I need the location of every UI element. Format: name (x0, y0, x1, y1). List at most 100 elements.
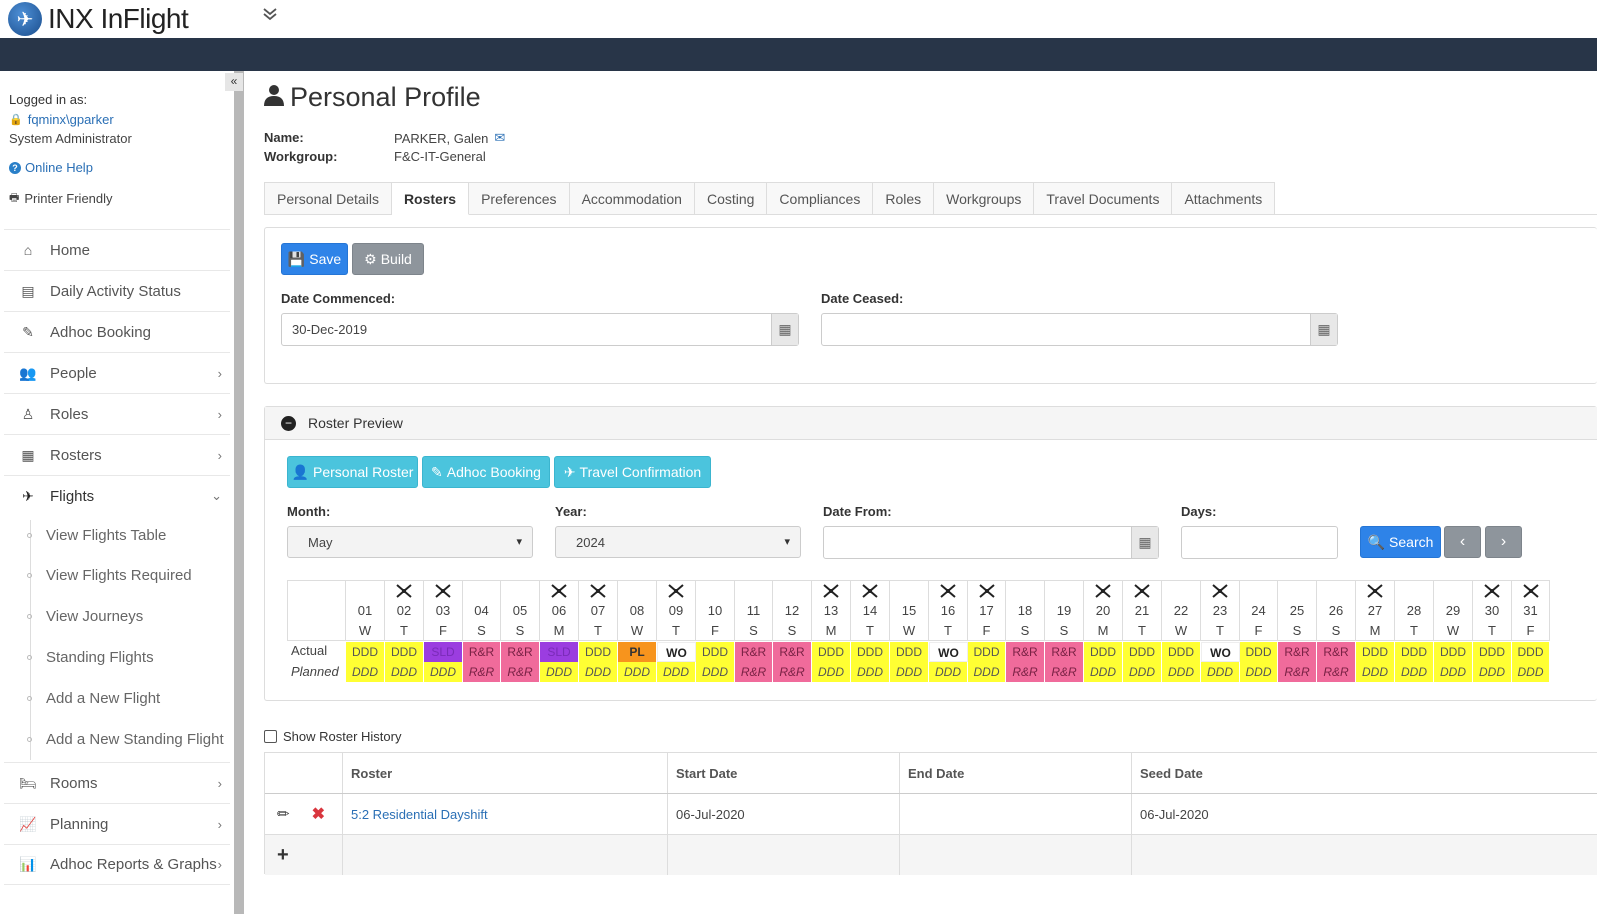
planned-roster-cell[interactable]: R&R (1317, 662, 1356, 682)
planned-roster-cell[interactable]: R&R (1278, 662, 1317, 682)
planned-roster-cell[interactable]: DDD (812, 662, 851, 682)
planned-roster-cell[interactable]: DDD (540, 662, 579, 682)
tab-preferences[interactable]: Preferences (469, 182, 570, 215)
planned-roster-cell[interactable]: DDD (1356, 662, 1395, 682)
tab-workgroups[interactable]: Workgroups (934, 182, 1035, 215)
sidebar-item-daily-activity-status[interactable]: ▤ Daily Activity Status (4, 270, 230, 311)
actual-roster-cell[interactable]: DDD (1162, 642, 1201, 662)
actual-roster-cell[interactable]: SLD (540, 642, 579, 662)
actual-roster-cell[interactable]: R&R (1045, 642, 1084, 662)
actual-roster-cell[interactable]: R&R (463, 642, 501, 662)
actual-roster-cell[interactable]: DDD (696, 642, 735, 662)
actual-roster-cell[interactable]: SLD (424, 642, 463, 662)
sidebar-item-planning[interactable]: 📈 Planning › (4, 803, 230, 844)
sidebar-sub-view-journeys[interactable]: View Journeys (46, 608, 143, 625)
tab-roles[interactable]: Roles (873, 182, 935, 215)
sidebar-item-rooms[interactable]: 🛏 Rooms › (4, 762, 230, 803)
planned-roster-cell[interactable]: DDD (1162, 662, 1201, 682)
actual-roster-cell[interactable]: DDD (579, 642, 618, 662)
planned-roster-cell[interactable]: DDD (424, 662, 463, 682)
planned-roster-cell[interactable]: DDD (618, 662, 657, 682)
app-logo[interactable]: ✈ INX InFlight (8, 0, 189, 38)
actual-roster-cell[interactable]: DDD (1395, 642, 1434, 662)
date-ceased-field[interactable]: ▦ (821, 313, 1338, 346)
tab-travel-documents[interactable]: Travel Documents (1034, 182, 1173, 215)
planned-roster-cell[interactable]: DDD (851, 662, 890, 682)
tab-attachments[interactable]: Attachments (1172, 182, 1276, 215)
table-header-roster[interactable]: Roster (343, 753, 668, 793)
actual-roster-cell[interactable]: R&R (501, 642, 540, 662)
collapse-sidebar-button[interactable]: « (225, 73, 243, 91)
actual-roster-cell[interactable]: WO (657, 642, 696, 662)
actual-roster-cell[interactable]: DDD (346, 642, 385, 662)
delete-icon[interactable]: ✖ (312, 804, 325, 824)
planned-roster-cell[interactable]: DDD (1434, 662, 1473, 682)
date-commenced-field[interactable]: 30-Dec-2019 ▦ (281, 313, 799, 346)
printer-friendly-link[interactable]: 🖶 Printer Friendly (9, 189, 113, 208)
build-button[interactable]: ⚙ Build (352, 243, 424, 275)
save-button[interactable]: 💾 Save (281, 243, 348, 275)
personal-roster-button[interactable]: 👤 Personal Roster (287, 456, 418, 488)
actual-roster-cell[interactable]: DDD (968, 642, 1006, 662)
sidebar-sub-view-flights-table[interactable]: View Flights Table (46, 527, 166, 544)
planned-roster-cell[interactable]: DDD (1473, 662, 1512, 682)
year-select[interactable]: 2024 ▾ (555, 526, 801, 558)
date-from-field[interactable]: ▦ (823, 526, 1159, 559)
calendar-icon[interactable]: ▦ (771, 314, 798, 345)
sidebar-sub-add-new-flight[interactable]: Add a New Flight (46, 690, 160, 707)
tab-rosters[interactable]: Rosters (391, 182, 470, 215)
actual-roster-cell[interactable]: R&R (1278, 642, 1317, 662)
actual-roster-cell[interactable]: DDD (890, 642, 929, 662)
actual-roster-cell[interactable]: WO (929, 642, 968, 662)
actual-roster-cell[interactable]: DDD (851, 642, 890, 662)
tab-costing[interactable]: Costing (694, 182, 768, 215)
actual-roster-cell[interactable]: WO (1201, 642, 1240, 662)
actual-roster-cell[interactable]: DDD (385, 642, 424, 662)
sidebar-item-rosters[interactable]: ▦ Rosters › (4, 434, 230, 475)
actual-roster-cell[interactable]: DDD (1356, 642, 1395, 662)
table-header-seed-date[interactable]: Seed Date (1132, 753, 1597, 793)
next-button[interactable]: › (1485, 526, 1522, 558)
sidebar-item-roles[interactable]: ♙ Roles › (4, 393, 230, 434)
planned-roster-cell[interactable]: DDD (1512, 662, 1550, 682)
roster-link[interactable]: 5:2 Residential Dayshift (343, 794, 668, 834)
days-field[interactable] (1181, 526, 1338, 559)
chevron-down-icon[interactable] (262, 6, 278, 27)
plus-icon[interactable]: + (277, 844, 289, 867)
actual-roster-cell[interactable]: R&R (1317, 642, 1356, 662)
planned-roster-cell[interactable]: R&R (501, 662, 540, 682)
calendar-icon[interactable]: ▦ (1310, 314, 1337, 345)
sidebar-item-people[interactable]: 👥 People › (4, 352, 230, 393)
sidebar-item-flights[interactable]: ✈ Flights ⌄ (4, 475, 230, 516)
planned-roster-cell[interactable]: DDD (579, 662, 618, 682)
planned-roster-cell[interactable]: DDD (1395, 662, 1434, 682)
sidebar-sub-view-flights-required[interactable]: View Flights Required (46, 567, 192, 584)
show-history-checkbox[interactable] (264, 730, 277, 743)
month-select[interactable]: May ▾ (287, 526, 533, 558)
sidebar-item-adhoc-reports[interactable]: 📊 Adhoc Reports & Graphs › (4, 844, 230, 885)
planned-roster-cell[interactable]: R&R (1006, 662, 1045, 682)
planned-roster-cell[interactable]: DDD (1201, 662, 1240, 682)
actual-roster-cell[interactable]: DDD (812, 642, 851, 662)
username-link[interactable]: fqminx\gparker (28, 112, 114, 127)
planned-roster-cell[interactable]: DDD (657, 662, 696, 682)
prev-button[interactable]: ‹ (1444, 526, 1481, 558)
pencil-icon[interactable]: ✏ (277, 805, 290, 823)
planned-roster-cell[interactable]: R&R (773, 662, 812, 682)
planned-roster-cell[interactable]: DDD (696, 662, 735, 682)
planned-roster-cell[interactable]: DDD (346, 662, 385, 682)
planned-roster-cell[interactable]: R&R (463, 662, 501, 682)
actual-roster-cell[interactable]: DDD (1512, 642, 1550, 662)
actual-roster-cell[interactable]: DDD (1123, 642, 1162, 662)
actual-roster-cell[interactable]: DDD (1434, 642, 1473, 662)
planned-roster-cell[interactable]: DDD (890, 662, 929, 682)
planned-roster-cell[interactable]: R&R (735, 662, 773, 682)
planned-roster-cell[interactable]: DDD (1084, 662, 1123, 682)
planned-roster-cell[interactable]: DDD (929, 662, 968, 682)
planned-roster-cell[interactable]: DDD (385, 662, 424, 682)
tab-compliances[interactable]: Compliances (767, 182, 874, 215)
planned-roster-cell[interactable]: R&R (1045, 662, 1084, 682)
planned-roster-cell[interactable]: DDD (968, 662, 1006, 682)
roster-preview-header[interactable]: − Roster Preview (265, 407, 1597, 440)
sidebar-scrollbar[interactable] (234, 71, 244, 914)
